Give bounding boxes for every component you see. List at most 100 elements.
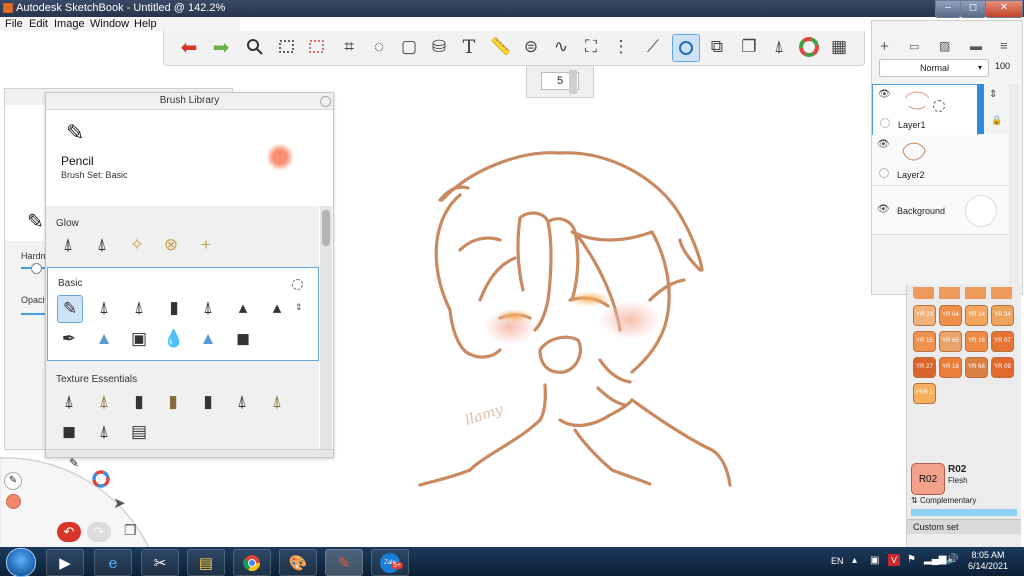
brush-glow-5[interactable]: + [194, 232, 218, 258]
tray-app-icon[interactable]: ▣ [870, 555, 879, 566]
complementary-bar[interactable] [911, 509, 1017, 516]
menu-window[interactable]: Window [90, 17, 129, 31]
custom-set-bar[interactable]: Custom set [907, 519, 1021, 534]
selected-color-swatch[interactable]: R02 [911, 463, 945, 495]
sort-icon[interactable]: ⇕ [295, 302, 303, 313]
color-swatch[interactable]: YR 04 [939, 305, 962, 326]
layer-scrollbar[interactable] [1009, 84, 1019, 284]
brush-basic-12[interactable]: ▲ [196, 326, 220, 352]
color-swatch[interactable]: FYR 1 [913, 383, 936, 404]
french-curve-icon[interactable]: ∿ [548, 34, 574, 60]
blend-mode-select[interactable]: Normal ▾ [879, 59, 989, 77]
add-image-icon[interactable]: ▨ [939, 39, 950, 53]
brush-texture-2[interactable]: ⍋ [92, 389, 116, 415]
brush-glow-1[interactable]: ⍋ [56, 232, 80, 258]
layer-move-icon[interactable]: ⇕ [989, 89, 997, 100]
brush-basic-7[interactable]: ▴ [265, 295, 289, 321]
clear-layer-icon[interactable]: ▬ [970, 39, 982, 53]
layer-lock-icon[interactable] [880, 118, 890, 128]
menu-image[interactable]: Image [54, 17, 85, 31]
layer-opacity-value[interactable]: 100 [995, 61, 1010, 71]
color-swatch[interactable]: YR 18 [939, 357, 962, 378]
brush-puck-icon[interactable]: ✎ [4, 472, 22, 490]
color-wheel-icon[interactable] [91, 469, 111, 489]
brush-glow-3[interactable]: ✧ [125, 232, 149, 258]
redo-icon[interactable]: ↷ [87, 522, 111, 542]
pencil-icon[interactable]: ✎ [69, 456, 79, 470]
zoom-icon[interactable] [242, 34, 268, 60]
menu-edit[interactable]: Edit [29, 17, 48, 31]
brush-texture-4[interactable]: ▮ [161, 389, 185, 415]
internet-explorer-icon[interactable]: e [94, 549, 132, 576]
undo-icon[interactable]: ⬅ [176, 34, 202, 60]
symmetry-icon[interactable]: ⋮ [608, 34, 634, 60]
perspective-icon[interactable]: ⛶ [578, 34, 604, 60]
file-explorer-icon[interactable]: ▤ [187, 549, 225, 576]
text-icon[interactable]: T [456, 34, 482, 60]
copy-paste-icon[interactable]: ❐ [736, 34, 762, 60]
copy-icon[interactable]: ❐ [124, 522, 137, 539]
brush-basic-5[interactable]: ⍋ [196, 295, 220, 321]
eye-icon[interactable]: 👁 [878, 89, 891, 100]
pointer-icon[interactable]: ➤ [113, 494, 126, 512]
color-swatch[interactable]: YR 09 [991, 357, 1014, 378]
undo-icon[interactable]: ↶ [57, 522, 81, 542]
redo-icon[interactable]: ➡ [208, 34, 234, 60]
layer-row[interactable]: 👁 Layer1 [872, 84, 978, 136]
layer-row[interactable]: 👁 Layer2 [872, 135, 1008, 186]
add-group-icon[interactable]: ▭ [909, 40, 919, 53]
brush-texture-1[interactable]: ⍋ [57, 389, 81, 415]
background-color-swatch[interactable] [965, 195, 997, 227]
eye-icon[interactable]: 👁 [877, 204, 890, 215]
sketchbook-taskbar-icon[interactable]: ✎ [325, 549, 363, 576]
chrome-icon[interactable] [233, 549, 271, 576]
brush-library-icon[interactable]: ⍋ [766, 34, 792, 60]
hardness-slider-handle[interactable] [31, 263, 42, 274]
color-swatch[interactable]: YR 16 [965, 331, 988, 352]
windows-start-icon[interactable] [6, 548, 36, 577]
color-wheel-icon[interactable] [796, 34, 822, 60]
color-puck[interactable] [6, 494, 21, 509]
language-indicator[interactable]: EN [831, 556, 844, 566]
complementary-label[interactable]: ⇅ Complementary [911, 496, 976, 505]
transform-icon[interactable]: ▢ [396, 34, 422, 60]
color-swatch[interactable]: YR 15 [913, 331, 936, 352]
brush-texture-5[interactable]: ▮ [196, 389, 220, 415]
brush-list-scroll-thumb[interactable] [322, 210, 330, 246]
volume-icon[interactable]: 🔊 [946, 554, 958, 565]
brush-basic-2[interactable]: ⍋ [92, 295, 116, 321]
color-swatch[interactable]: YR 34 [991, 305, 1014, 326]
brush-glow-4[interactable]: ⊗ [159, 232, 183, 258]
color-swatch[interactable]: YR 65 [939, 331, 962, 352]
menu-file[interactable]: File [5, 17, 23, 31]
minimize-button[interactable]: – [935, 0, 961, 18]
brush-texture-6[interactable]: ⍋ [230, 389, 254, 415]
brush-basic-10[interactable]: ▣ [127, 326, 151, 352]
flag-icon[interactable]: ⚑ [907, 554, 916, 565]
panel-close-icon[interactable] [320, 96, 331, 107]
color-swatch[interactable]: YR 27 [913, 357, 936, 378]
brush-basic-3[interactable]: ⍋ [127, 295, 151, 321]
ruler-icon[interactable]: 📏 [488, 34, 514, 60]
layer-lock-icon[interactable] [879, 168, 889, 178]
network-icon[interactable]: ▂▄▆ [924, 554, 946, 565]
media-player-icon[interactable]: ▶ [46, 549, 84, 576]
zalo-icon[interactable]: Zalo 5+ [371, 549, 409, 576]
brush-size-slider[interactable] [569, 70, 577, 94]
tray-arrow-icon[interactable]: ▴ [852, 555, 857, 566]
brush-pencil[interactable]: ✎ [57, 295, 83, 323]
brush-basic-8[interactable]: ✒ [57, 326, 81, 352]
brush-basic-4[interactable]: ▮ [162, 295, 186, 321]
transform-select-icon[interactable] [304, 34, 330, 60]
menu-help[interactable]: Help [134, 17, 157, 31]
brush-basic-13[interactable]: ◼ [231, 326, 255, 352]
clock[interactable]: 8:05 AM 6/14/2021 [960, 550, 1016, 572]
layer-select-icon[interactable] [933, 100, 945, 112]
swatch-row-partial[interactable] [913, 287, 1015, 299]
add-layer-icon[interactable]: + [880, 38, 889, 55]
color-swatch[interactable]: YR 68 [965, 357, 988, 378]
lock-icon[interactable]: 🔒 [991, 115, 1002, 126]
layer-row[interactable]: 👁 Background [872, 186, 1008, 235]
opacity-slider[interactable] [21, 313, 47, 315]
paint-icon[interactable]: 🎨 [279, 549, 317, 576]
